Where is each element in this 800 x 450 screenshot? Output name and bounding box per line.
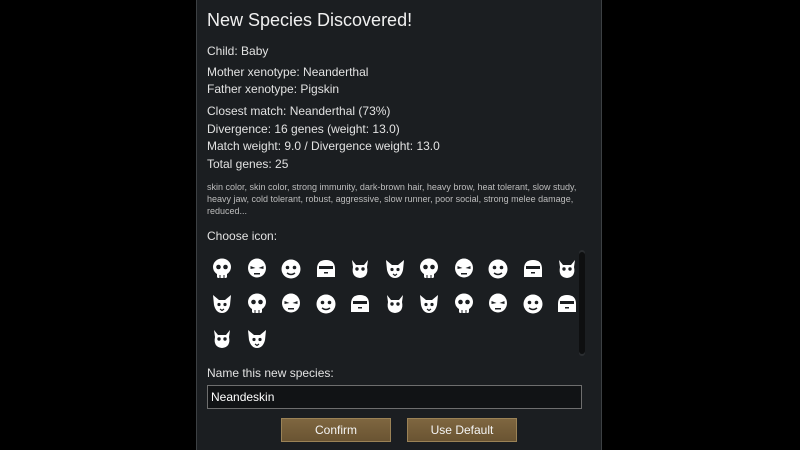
head-ghost-icon[interactable] [554, 291, 577, 317]
weights-text: Match weight: 9.0 / Divergence weight: 1… [207, 139, 440, 153]
total-genes-text: Total genes: 25 [207, 157, 289, 171]
skull-scowl-icon[interactable] [244, 256, 270, 282]
use-default-button[interactable]: Use Default [407, 418, 517, 442]
scrollbar-thumb[interactable] [579, 252, 585, 354]
head-box-icon[interactable] [416, 291, 442, 317]
head-helmet-icon[interactable] [313, 291, 339, 317]
species-name-input[interactable] [207, 385, 582, 409]
head-devil-icon[interactable] [209, 326, 235, 352]
head-visor-icon[interactable] [451, 256, 477, 282]
skull-grin-icon[interactable] [278, 256, 304, 282]
head-bearded-icon[interactable] [209, 291, 235, 317]
skull-plain-icon[interactable] [347, 256, 373, 282]
head-fox-icon[interactable] [244, 326, 270, 352]
head-goggles-icon[interactable] [244, 291, 270, 317]
child-text: Child: Baby [207, 44, 269, 58]
skull-eyes-icon[interactable] [382, 256, 408, 282]
choose-icon-label: Choose icon: [207, 229, 278, 243]
species-name-label: Name this new species: [207, 366, 334, 380]
icon-scrollbar[interactable] [579, 250, 585, 356]
dialog-title: New Species Discovered! [207, 10, 413, 30]
confirm-button[interactable]: Confirm [281, 418, 391, 442]
skull-teeth-icon[interactable] [313, 256, 339, 282]
head-stripe-icon[interactable] [520, 291, 546, 317]
icon-grid [209, 256, 577, 356]
head-horned-icon[interactable] [451, 291, 477, 317]
use-default-button-label: Use Default [430, 423, 494, 437]
head-round-icon[interactable] [416, 256, 442, 282]
divergence-text: Divergence: 16 genes (weight: 13.0) [207, 122, 400, 136]
species-dialog: New Species Discovered! Child: Baby Moth… [196, 0, 602, 450]
gene-list-text: skin color, skin color, strong immunity,… [207, 182, 577, 216]
father-xenotype-text: Father xenotype: Pigskin [207, 82, 340, 96]
head-band-icon[interactable] [485, 256, 511, 282]
head-curled-icon[interactable] [485, 291, 511, 317]
head-hooded-icon[interactable] [278, 291, 304, 317]
closest-match-text: Closest match: Neanderthal (73%) [207, 104, 391, 118]
head-partial-icon[interactable] [554, 256, 577, 282]
confirm-button-label: Confirm [314, 423, 357, 437]
head-frown-icon[interactable] [520, 256, 546, 282]
head-tusked-icon[interactable] [347, 291, 373, 317]
skull-icon[interactable] [209, 256, 235, 282]
mother-xenotype-text: Mother xenotype: Neanderthal [207, 65, 369, 79]
head-eared-icon[interactable] [382, 291, 408, 317]
